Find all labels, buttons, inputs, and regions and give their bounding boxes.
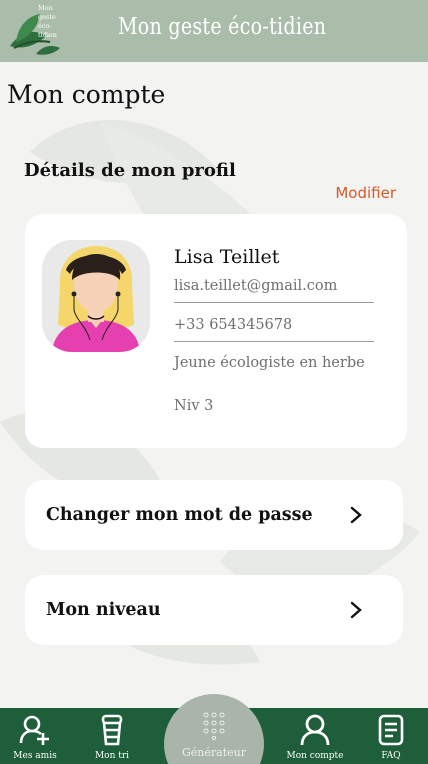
nav-label-sorting: Mon tri [94, 751, 130, 761]
profile-section-title: Détails de mon profil [24, 160, 236, 181]
app-header: Mon geste éco-tidien Mon geste éco-tidie… [0, 0, 428, 62]
my-level-button[interactable]: Mon niveau [25, 575, 403, 645]
nav-label-faq: FAQ [381, 751, 401, 761]
change-password-label: Changer mon mot de passe [46, 505, 313, 525]
profile-description: Jeune écologiste en herbe [174, 355, 365, 371]
avatar-illustration-icon [52, 246, 140, 352]
nav-item-account[interactable]: Mon compte [280, 708, 350, 764]
logo-text: Mon geste éco-tidien [38, 4, 57, 39]
nav-label-friends: Mes amis [13, 751, 57, 761]
profile-email: lisa.teillet@gmail.com [174, 278, 374, 303]
generator-label: Générateur [182, 746, 246, 759]
my-level-label: Mon niveau [46, 600, 161, 620]
chevron-right-icon [350, 601, 362, 619]
page-title: Mon compte [7, 80, 166, 109]
document-icon [378, 714, 404, 746]
cup-icon [101, 714, 123, 746]
nav-item-sorting[interactable]: Mon tri [77, 708, 147, 764]
profile-name: Lisa Teillet [174, 246, 280, 268]
nav-label-account: Mon compte [286, 751, 344, 761]
avatar [42, 240, 150, 352]
generator-button[interactable]: Générateur [164, 694, 264, 764]
app-title: Mon geste éco-tidien [118, 14, 327, 40]
chevron-right-icon [350, 506, 362, 524]
nav-item-friends[interactable]: Mes amis [0, 708, 70, 764]
profile-level: Niv 3 [174, 398, 214, 414]
change-password-button[interactable]: Changer mon mot de passe [25, 480, 403, 550]
profile-card: Lisa Teillet lisa.teillet@gmail.com +33 … [25, 214, 407, 448]
user-icon [300, 714, 330, 746]
nav-item-faq[interactable]: FAQ [356, 708, 426, 764]
dots-grid-icon [203, 712, 225, 740]
profile-phone: +33 654345678 [174, 317, 374, 342]
modify-profile-link[interactable]: Modifier [335, 184, 396, 202]
add-user-icon [19, 715, 49, 745]
